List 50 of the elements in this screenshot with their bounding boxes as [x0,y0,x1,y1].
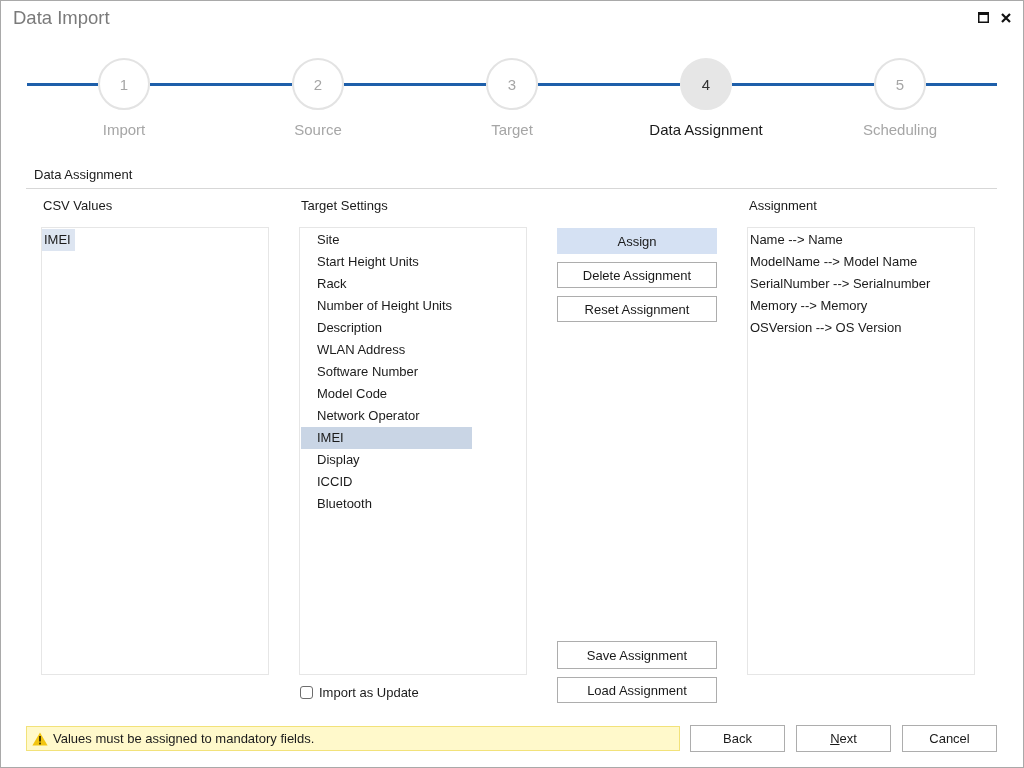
list-item[interactable]: IMEI [301,427,472,449]
list-item[interactable]: Memory --> Memory [748,295,974,317]
step-label: Target [491,120,533,140]
step-label: Scheduling [862,120,938,140]
list-item[interactable]: SerialNumber --> Serialnumber [748,273,974,295]
window-title: Data Import [13,6,110,29]
list-item[interactable]: ICCID [301,471,472,493]
step-number: 3 [486,58,538,110]
list-item[interactable]: Rack [301,273,472,295]
warning-icon [32,731,48,746]
list-item[interactable]: Site [301,229,472,251]
step-label: Data Assignment [649,120,763,140]
assign-button[interactable]: Assign [557,228,717,254]
delete-assignment-button[interactable]: Delete Assignment [557,262,717,288]
list-item[interactable]: WLAN Address [301,339,472,361]
list-item[interactable]: Software Number [301,361,472,383]
close-icon[interactable] [1001,12,1011,23]
step-number: 2 [292,58,344,110]
step-number: 5 [874,58,926,110]
list-heading: Assignment [748,197,817,215]
back-button[interactable]: Back [690,725,785,752]
list-item[interactable]: Network Operator [301,405,472,427]
section-title: Data Assignment [33,166,133,184]
checkbox[interactable] [300,685,313,699]
list-heading: Target Settings [300,197,388,215]
progress-line [27,82,98,86]
step-label: Import [102,120,146,140]
list-item[interactable]: OSVersion --> OS Version [748,317,974,339]
step-number: 4 [680,58,732,110]
save-assignment-button[interactable]: Save Assignment [557,641,717,669]
cancel-button[interactable]: Cancel [902,725,997,752]
list-item[interactable]: ModelName --> Model Name [748,251,974,273]
list-item[interactable]: Number of Height Units [301,295,472,317]
list-item[interactable]: Start Height Units [301,251,472,273]
progress-line [926,82,997,86]
list-item[interactable]: Bluetooth [301,493,472,515]
reset-assignment-button[interactable]: Reset Assignment [557,296,717,322]
list-item[interactable]: Display [301,449,472,471]
step-number: 1 [98,58,150,110]
load-assignment-button[interactable]: Load Assignment [557,677,717,703]
list-item[interactable]: Description [301,317,472,339]
step-label: Source [294,120,342,140]
list-item[interactable]: IMEI [42,229,75,251]
list-item[interactable]: Model Code [301,383,472,405]
list-heading: CSV Values [42,197,113,215]
status-message: Values must be assigned to mandatory fields. [53,731,315,746]
next-button[interactable]: Next [796,725,891,752]
checkbox-label: Import as Update [319,684,419,700]
maximize-icon[interactable] [978,12,989,23]
list-item[interactable]: Name --> Name [748,229,974,251]
